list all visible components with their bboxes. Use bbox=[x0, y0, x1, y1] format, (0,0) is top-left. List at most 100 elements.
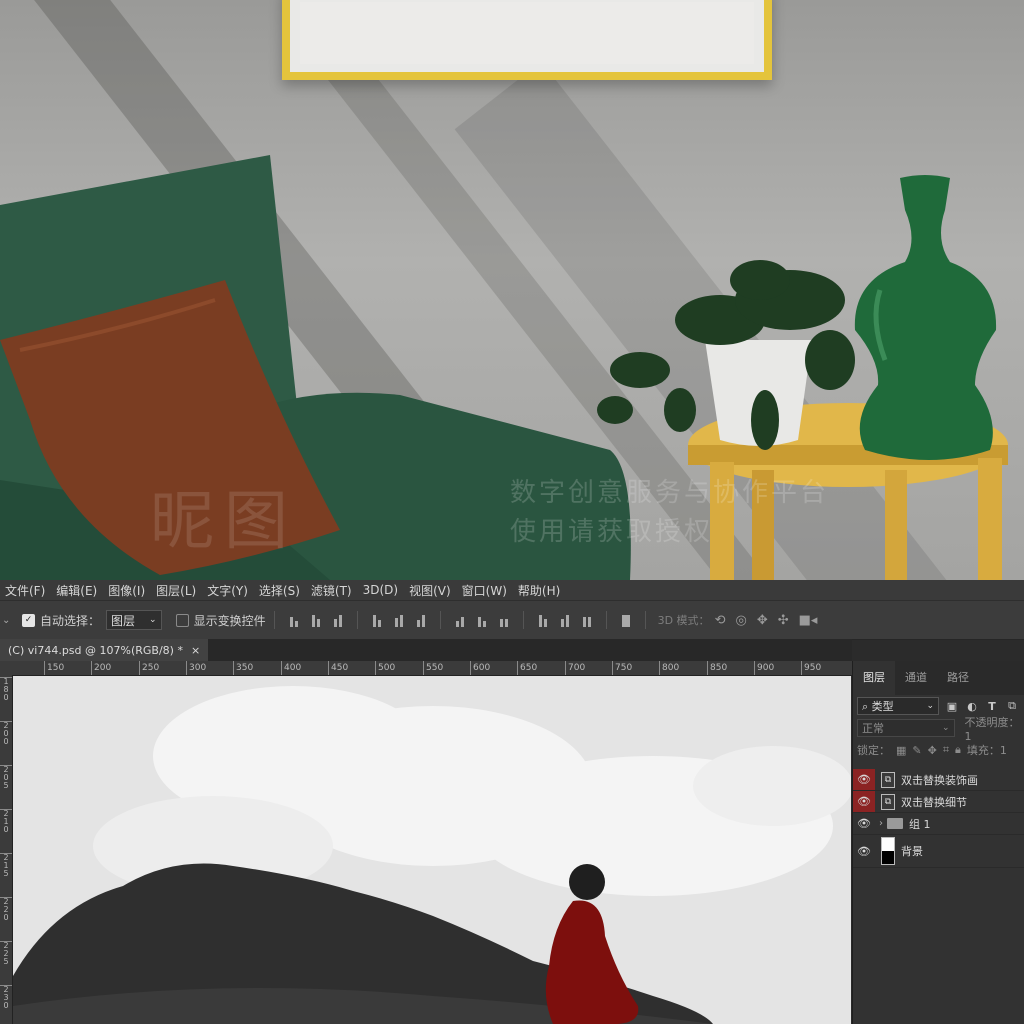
layer-row[interactable]: 👁︎ › 组 1 bbox=[853, 813, 1024, 835]
divider bbox=[644, 611, 646, 629]
lock-transparent-icon[interactable]: ▦ bbox=[896, 744, 906, 757]
3d-slide-icon[interactable]: ✣ bbox=[778, 613, 789, 628]
layer-row[interactable]: 👁︎ 背景 bbox=[853, 835, 1024, 868]
menu-3d[interactable]: 3D(D) bbox=[358, 583, 404, 597]
ruler-tick: 200 bbox=[91, 661, 111, 675]
lock-all-icon[interactable]: 🔒︎ bbox=[955, 743, 961, 757]
folder-icon bbox=[887, 818, 903, 829]
document-tab[interactable]: (C) vi744.psd @ 107%(RGB/8) * × bbox=[0, 639, 209, 661]
eye-icon[interactable]: 👁︎ bbox=[853, 813, 875, 834]
3d-mode-label: 3D 模式： bbox=[657, 614, 710, 627]
chevron-right-icon[interactable]: › bbox=[879, 818, 883, 829]
distribute-bottom-icon[interactable] bbox=[497, 613, 511, 627]
ruler-horizontal: 150 200 250 300 350 400 450 500 550 600 … bbox=[0, 661, 852, 676]
ruler-tick: 150 bbox=[44, 661, 64, 675]
filter-adjustment-icon[interactable]: ◐ bbox=[965, 700, 979, 713]
ruler-tick: 400 bbox=[281, 661, 301, 675]
filter-shape-icon[interactable]: ⧉ bbox=[1005, 699, 1019, 713]
search-icon: ⌕ bbox=[862, 700, 869, 713]
layer-list: 👁︎ ⧉ 双击替换装饰画 👁︎ ⧉ 双击替换细节 👁︎ › 组 1 👁︎ 背景 bbox=[853, 769, 1024, 868]
layer-name: 双击替换细节 bbox=[901, 795, 967, 809]
ruler-tick: 700 bbox=[565, 661, 585, 675]
auto-select-label: 自动选择： bbox=[40, 613, 101, 628]
chevron-down-icon[interactable]: ⌄ bbox=[2, 615, 12, 626]
3d-orbit-icon[interactable]: ⟲ bbox=[715, 613, 726, 628]
layer-row[interactable]: 👁︎ ⧉ 双击替换装饰画 bbox=[853, 769, 1024, 791]
lock-paint-icon[interactable]: ✎ bbox=[912, 744, 921, 757]
auto-align-icon[interactable] bbox=[619, 613, 633, 627]
distribute-right-icon[interactable] bbox=[580, 613, 594, 627]
filter-type-icon[interactable]: T bbox=[985, 700, 999, 713]
divider bbox=[439, 611, 441, 629]
distribute-center-icon[interactable] bbox=[475, 613, 489, 627]
ruler-tick: 300 bbox=[186, 661, 206, 675]
opacity-value[interactable]: 1 bbox=[965, 730, 972, 743]
menu-edit[interactable]: 编辑(E) bbox=[51, 582, 103, 599]
auto-select-dropdown[interactable]: 图层 ⌄ bbox=[106, 610, 162, 630]
layers-panel: 图层 通道 路径 ⌕ 类型 ⌄ ▣ ◐ T ⧉ 正常 ⌄ 不透明度：1 锁定： ▦… bbox=[852, 661, 1024, 1024]
divider bbox=[605, 611, 607, 629]
blend-row: 正常 ⌄ 不透明度：1 bbox=[853, 715, 1024, 743]
ruler-vertical: 1 8 0 2 0 0 2 0 5 2 1 0 2 1 5 2 2 0 2 2 … bbox=[0, 675, 13, 1024]
align-right-icon[interactable] bbox=[414, 613, 428, 627]
options-bar: ⌄ ✓ 自动选择： 图层 ⌄ 显示变换控件 3D 模式： ⟲ ◎ ✥ ✣ ■◂ bbox=[0, 600, 1024, 640]
lock-artboard-icon[interactable]: ⌗ bbox=[943, 743, 949, 757]
3d-video-icon[interactable]: ■◂ bbox=[799, 613, 818, 628]
show-transform-checkbox[interactable] bbox=[175, 613, 189, 627]
eye-icon[interactable]: 👁︎ bbox=[853, 769, 875, 790]
show-transform-label: 显示变换控件 bbox=[193, 613, 266, 628]
menu-filter[interactable]: 滤镜(T) bbox=[306, 582, 358, 599]
align-horizontal-center-icon[interactable] bbox=[392, 613, 406, 627]
document-tab-bar: (C) vi744.psd @ 107%(RGB/8) * × bbox=[0, 639, 852, 661]
document-canvas[interactable] bbox=[13, 676, 851, 1024]
distribute-left-icon[interactable] bbox=[536, 613, 550, 627]
ruler-tick: 750 bbox=[612, 661, 632, 675]
menu-layer[interactable]: 图层(L) bbox=[151, 582, 202, 599]
chevron-down-icon: ⌄ bbox=[149, 615, 157, 625]
layer-filter-dropdown[interactable]: ⌕ 类型 ⌄ bbox=[857, 697, 939, 715]
3d-drag-icon[interactable]: ✥ bbox=[757, 613, 768, 628]
ruler-tick: 2 0 5 bbox=[0, 765, 12, 790]
filter-pixel-icon[interactable]: ▣ bbox=[945, 700, 959, 713]
layer-row[interactable]: 👁︎ ⧉ 双击替换细节 bbox=[853, 791, 1024, 813]
close-icon[interactable]: × bbox=[191, 644, 200, 657]
blend-mode-dropdown[interactable]: 正常 ⌄ bbox=[857, 719, 955, 737]
eye-icon[interactable]: 👁︎ bbox=[853, 835, 875, 867]
divider bbox=[273, 611, 275, 629]
menu-view[interactable]: 视图(V) bbox=[404, 582, 457, 599]
align-top-icon[interactable] bbox=[287, 613, 301, 627]
room-mockup-preview: 昵图 数字创意服务与协作平台 使用请获取授权 bbox=[0, 0, 1024, 580]
menu-window[interactable]: 窗口(W) bbox=[457, 582, 513, 599]
fill-value[interactable]: 1 bbox=[1000, 744, 1007, 757]
menu-help[interactable]: 帮助(H) bbox=[513, 582, 566, 599]
document-title: (C) vi744.psd @ 107%(RGB/8) * bbox=[8, 643, 183, 657]
menu-image[interactable]: 图像(I) bbox=[103, 582, 151, 599]
ruler-tick: 350 bbox=[233, 661, 253, 675]
tab-paths[interactable]: 路径 bbox=[937, 661, 979, 695]
chevron-down-icon: ⌄ bbox=[926, 701, 934, 711]
align-bottom-icon[interactable] bbox=[331, 613, 345, 627]
ruler-tick: 2 1 5 bbox=[0, 853, 12, 878]
tab-channels[interactable]: 通道 bbox=[895, 661, 937, 695]
menu-type[interactable]: 文字(Y) bbox=[202, 582, 254, 599]
eye-icon[interactable]: 👁︎ bbox=[853, 791, 875, 812]
ruler-tick: 2 2 0 bbox=[0, 897, 12, 922]
distribute-top-icon[interactable] bbox=[453, 613, 467, 627]
3d-roll-icon[interactable]: ◎ bbox=[735, 613, 746, 628]
tab-layers[interactable]: 图层 bbox=[853, 661, 895, 695]
menu-select[interactable]: 选择(S) bbox=[254, 582, 306, 599]
align-vertical-center-icon[interactable] bbox=[309, 613, 323, 627]
auto-select-checkbox[interactable]: ✓ bbox=[22, 613, 35, 627]
layer-name: 组 1 bbox=[909, 817, 931, 831]
menu-bar: 文件(F) 编辑(E) 图像(I) 图层(L) 文字(Y) 选择(S) 滤镜(T… bbox=[0, 580, 1024, 600]
align-left-icon[interactable] bbox=[370, 613, 384, 627]
layer-name: 双击替换装饰画 bbox=[901, 773, 978, 787]
distribute-hcenter-icon[interactable] bbox=[558, 613, 572, 627]
lock-position-icon[interactable]: ✥ bbox=[928, 744, 937, 757]
ruler-tick: 250 bbox=[139, 661, 159, 675]
ruler-tick: 650 bbox=[517, 661, 537, 675]
watermark-logo: 昵图 bbox=[150, 485, 298, 559]
lock-row: 锁定： ▦ ✎ ✥ ⌗ 🔒︎ 填充：1 bbox=[853, 739, 1024, 761]
menu-file[interactable]: 文件(F) bbox=[0, 582, 51, 599]
opacity-label: 不透明度： bbox=[964, 715, 1020, 729]
